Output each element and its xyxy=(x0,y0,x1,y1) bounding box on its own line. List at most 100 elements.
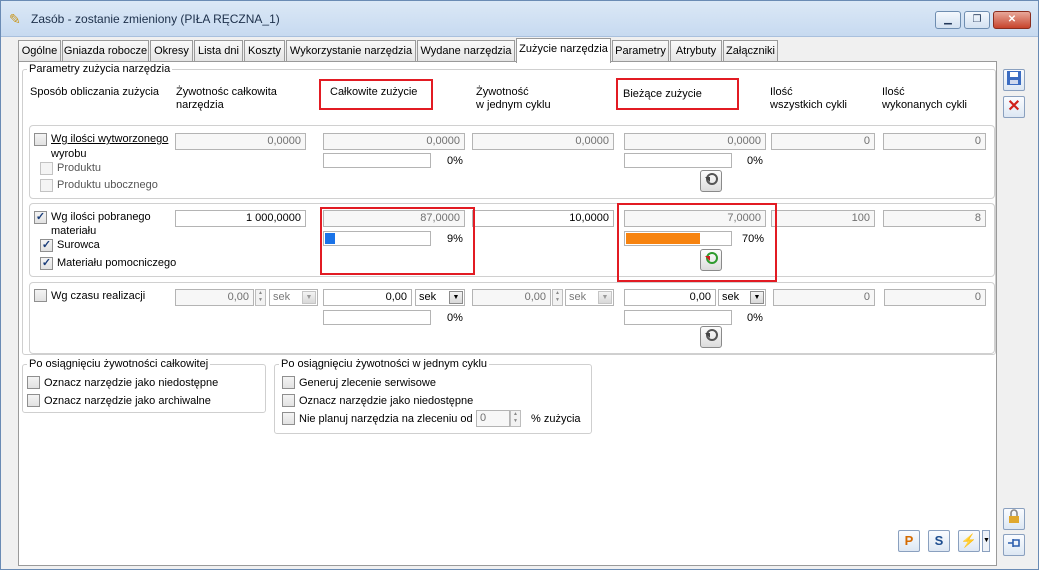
maximize-button[interactable]: ❐ xyxy=(964,11,990,29)
after-total-title: Po osiągnięciu żywotności całkowitej xyxy=(27,358,211,370)
tab-gniazda-robocze[interactable]: Gniazda robocze xyxy=(62,40,149,62)
after-cycle-opt2-checkbox[interactable] xyxy=(282,394,295,407)
lightning-dropdown-arrow-icon[interactable]: ▼ xyxy=(982,530,990,552)
chevron-down-icon: ▼ xyxy=(598,291,612,304)
tab-wydane-narzedzia[interactable]: Wydane narzędzia xyxy=(417,40,515,62)
row1-sub2-label: Produktu ubocznego xyxy=(57,179,158,191)
row3-cycle-life-spinner[interactable]: ▲ ▼ xyxy=(552,289,563,306)
tab-koszty[interactable]: Koszty xyxy=(244,40,285,62)
tab-lista-dni[interactable]: Lista dni xyxy=(194,40,243,62)
row3-total-life-spinner[interactable]: ▲ ▼ xyxy=(255,289,266,306)
row3-total-life-input[interactable]: 0,00 xyxy=(175,289,254,306)
row1-total-life-input[interactable]: 0,0000 xyxy=(175,133,306,150)
row3-checkbox[interactable] xyxy=(34,289,47,302)
row3-unit1-value: sek xyxy=(273,291,291,303)
tab-content: Parametry zużycia narzędzia Sposób oblic… xyxy=(18,61,997,566)
cancel-icon[interactable]: ✕ xyxy=(1003,96,1025,118)
header-all-cycles-2: wszystkich cykli xyxy=(770,99,848,111)
after-total-opt2-checkbox[interactable] xyxy=(27,394,40,407)
row3-unit4-select[interactable]: sek ▼ xyxy=(718,289,766,306)
header-done-cycles-2: wykonanych cykli xyxy=(882,99,967,111)
after-cycle-opt1-checkbox[interactable] xyxy=(282,376,295,389)
row3-done-cycles-input: 0 xyxy=(884,289,986,306)
row2-total-life-input[interactable]: 1 000,0000 xyxy=(175,210,306,227)
after-cycle-opt3-checkbox[interactable] xyxy=(282,412,295,425)
row3-total-usage-input[interactable]: 0,00 xyxy=(323,289,412,306)
header-total-life-1: Żywotnośc całkowita xyxy=(176,86,277,98)
after-cycle-opt3-suffix: % zużycia xyxy=(531,413,581,425)
row2-checkbox[interactable]: ✓ xyxy=(34,211,47,224)
row1-current-usage-input: 0,0000 xyxy=(624,133,766,150)
tab-parametry[interactable]: Parametry xyxy=(612,40,669,62)
row1-cycle-life-input[interactable]: 0,0000 xyxy=(472,133,614,150)
row1-current-usage-bar xyxy=(624,153,732,168)
print-p-button[interactable]: P xyxy=(898,530,920,552)
row1-total-usage-pct: 0% xyxy=(447,155,463,167)
chevron-down-icon: ▼ xyxy=(449,291,463,304)
pin-icon[interactable] xyxy=(1003,534,1025,556)
row3-unit1-select[interactable]: sek ▼ xyxy=(269,289,318,306)
row3-unit2-select[interactable]: sek ▼ xyxy=(415,289,465,306)
minimize-button[interactable]: ▁ xyxy=(935,11,961,29)
highlight-total-usage-row xyxy=(320,207,475,275)
chevron-down-icon: ▼ xyxy=(302,291,316,304)
row1-sub2-checkbox[interactable] xyxy=(40,179,53,192)
after-cycle-opt3-label: Nie planuj narzędzia na zleceniu od xyxy=(299,413,473,425)
row3-total-usage-bar xyxy=(323,310,431,325)
row3-cycle-life-input[interactable]: 0,00 xyxy=(472,289,551,306)
row1-current-usage-pct: 0% xyxy=(747,155,763,167)
lightning-icon[interactable]: ⚡ xyxy=(958,530,980,552)
save-icon[interactable] xyxy=(1003,69,1025,91)
row2-sub2-checkbox[interactable]: ✓ xyxy=(40,257,53,270)
row3-current-usage-input[interactable]: 0,00 xyxy=(624,289,716,306)
row1-sub1-checkbox[interactable] xyxy=(40,162,53,175)
row3-label: Wg czasu realizacji xyxy=(51,290,146,302)
params-group-title: Parametry zużycia narzędzia xyxy=(27,63,173,75)
title-bar: ✎ Zasób - zostanie zmieniony (PIŁA RĘCZN… xyxy=(1,1,1038,37)
after-cycle-threshold-input[interactable]: 0 xyxy=(476,410,510,427)
row2-label-2: materiału xyxy=(51,225,97,237)
after-total-opt2-label: Oznacz narzędzie jako archiwalne xyxy=(44,395,211,407)
after-cycle-opt1-label: Generuj zlecenie serwisowe xyxy=(299,377,436,389)
app-window: ✎ Zasób - zostanie zmieniony (PIŁA RĘCZN… xyxy=(0,0,1039,570)
chevron-down-icon: ▼ xyxy=(750,291,764,304)
reset-time-usage-icon[interactable] xyxy=(700,326,722,348)
tab-atrybuty[interactable]: Atrybuty xyxy=(670,40,722,62)
row1-total-usage-input: 0,0000 xyxy=(323,133,465,150)
row2-sub1-checkbox[interactable]: ✓ xyxy=(40,239,53,252)
row2-cycle-life-input[interactable]: 10,0000 xyxy=(472,210,614,227)
row3-unit4-value: sek xyxy=(722,291,740,303)
tab-okresy[interactable]: Okresy xyxy=(150,40,193,62)
after-total-opt1-checkbox[interactable] xyxy=(27,376,40,389)
tab-ogolne[interactable]: Ogólne xyxy=(18,40,61,62)
reset-usage-icon[interactable] xyxy=(700,170,722,192)
row3-unit3-value: sek xyxy=(569,291,587,303)
row3-all-cycles-input: 0 xyxy=(773,289,875,306)
row3-unit2-value: sek xyxy=(419,291,437,303)
row1-all-cycles-input: 0 xyxy=(771,133,875,150)
after-cycle-title: Po osiągnięciu żywotności w jednym cyklu xyxy=(279,358,490,370)
close-button[interactable]: ✕ xyxy=(993,11,1031,29)
print-s-button[interactable]: S xyxy=(928,530,950,552)
highlight-current-usage-row xyxy=(617,203,777,282)
resource-edit-icon: ✎ xyxy=(9,11,21,27)
row2-sub2-label: Materiału pomocniczego xyxy=(57,257,177,269)
tab-wykorzystanie-narzedzia[interactable]: Wykorzystanie narzędzia xyxy=(286,40,416,62)
header-done-cycles-1: Ilość xyxy=(882,86,905,98)
header-cycle-life-2: w jednym cyklu xyxy=(476,99,551,111)
window-title: Zasób - zostanie zmieniony (PIŁA RĘCZNA_… xyxy=(31,12,280,26)
header-cycle-life-1: Żywotność xyxy=(476,86,529,98)
after-cycle-threshold-spinner[interactable]: ▲ ▼ xyxy=(510,410,521,427)
row1-label-2: wyrobu xyxy=(51,148,87,160)
tab-zalaczniki[interactable]: Załączniki xyxy=(723,40,778,62)
row3-unit3-select[interactable]: sek ▼ xyxy=(565,289,614,306)
row2-done-cycles-input: 8 xyxy=(883,210,986,227)
row3-current-usage-pct: 0% xyxy=(747,312,763,324)
tab-zuzycie-narzedzia[interactable]: Zużycie narzędzia xyxy=(516,38,611,63)
row1-done-cycles-input: 0 xyxy=(883,133,986,150)
row1-label-1: Wg ilości wytworzonego xyxy=(51,133,169,145)
row1-sub1-label: Produktu xyxy=(57,162,102,174)
row1-checkbox[interactable] xyxy=(34,133,47,146)
row2-all-cycles-input: 100 xyxy=(771,210,875,227)
lock-icon[interactable] xyxy=(1003,508,1025,530)
